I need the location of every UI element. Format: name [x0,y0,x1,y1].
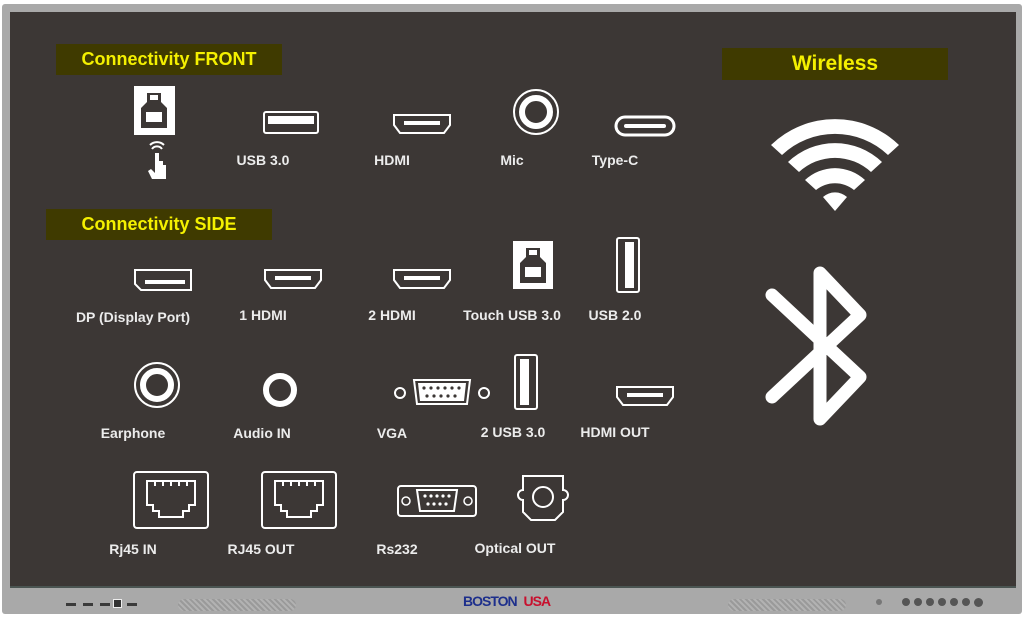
port-earphone: Earphone [101,361,180,451]
rs232-icon [397,485,477,517]
port-usb20-side: USB 2.0 [589,236,641,326]
port-label: Type-C [591,152,639,168]
usb-c-icon [614,115,676,137]
bezel-indicator[interactable] [914,598,922,606]
rj45-icon [261,471,337,529]
port-rj45-out: RJ45 OUT [223,471,337,561]
port-hdmi-front: HDMI [362,113,451,173]
wifi-icon [771,119,899,211]
port-hdmi-out: HDMI OUT [580,385,674,445]
bezel-button[interactable] [66,603,76,606]
section-header-side: Connectivity SIDE [46,209,272,240]
port-hdmi-1: 1 HDMI [233,268,322,328]
port-displayport: DP (Display Port) [76,268,192,328]
bezel-indicator[interactable] [926,598,934,606]
usb-b-icon [513,241,553,289]
bezel-button[interactable] [127,603,137,606]
port-optical-out: Optical OUT [475,474,569,564]
vga-icon [394,379,490,405]
brand-logo: BOSTON USA [463,593,552,609]
port-touch-usb-front [111,85,175,185]
bezel-indicator[interactable] [962,598,970,606]
port-rs232: Rs232 [357,485,477,565]
speaker-grille-left [178,599,296,611]
power-button[interactable] [113,599,122,608]
usb-a-vertical-icon [514,354,538,410]
port-usb30-side: 2 USB 3.0 [481,353,545,443]
usb-a-icon [263,111,319,134]
bezel-button[interactable] [83,603,93,606]
rj45-icon [133,471,209,529]
port-vga: VGA [342,378,490,448]
bezel-button[interactable] [100,603,110,606]
port-rj45-in: Rj45 IN [95,471,209,561]
brand-part1: BOSTON [463,593,518,609]
port-touch-usb30-side: Touch USB 3.0 [463,240,561,330]
audio-jack-icon [134,362,180,408]
hdmi-icon [393,114,451,134]
touch-usb-b-icon [134,86,175,179]
usb-a-vertical-icon [616,237,640,293]
port-label: Optical OUT [474,540,556,556]
speaker-grille-right [728,599,846,611]
hdmi-icon [264,269,322,289]
port-hdmi-2: 2 HDMI [362,268,451,328]
bezel-indicator[interactable] [902,598,910,606]
sensor-icon [876,599,882,605]
hdmi-icon [616,386,674,406]
port-audio-in: Audio IN [233,372,297,462]
port-label: USB 2.0 [588,307,642,323]
port-usb30-front: USB 3.0 [235,110,319,170]
section-header-wireless: Wireless [722,48,948,80]
brand-part2: USA [523,593,552,609]
bluetooth-icon [765,266,867,426]
bezel-indicator[interactable] [950,598,958,606]
port-typec-front: Type-C [585,115,676,176]
hdmi-icon [393,269,451,289]
bezel-indicator[interactable] [938,598,946,606]
audio-jack-icon [513,89,559,135]
optical-icon [517,475,569,521]
port-label: HDMI OUT [580,424,650,440]
audio-jack-icon [263,373,297,407]
displayport-icon [134,269,192,291]
bezel-indicator[interactable] [974,598,983,607]
section-header-front: Connectivity FRONT [56,44,282,75]
